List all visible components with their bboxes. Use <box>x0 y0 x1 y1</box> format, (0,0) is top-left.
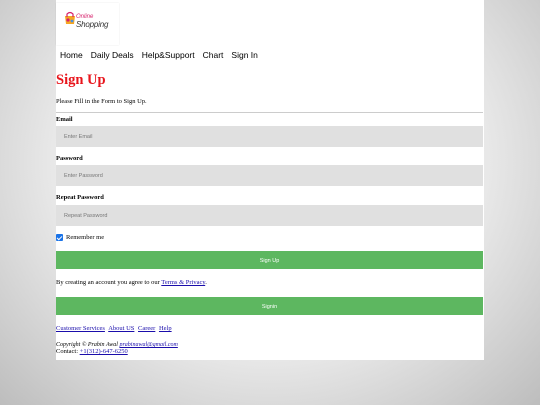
sign-up-button[interactable]: Sign Up <box>56 251 483 269</box>
footer-link-customer-services[interactable]: Customer Services <box>56 325 105 332</box>
footer-link-about-us[interactable]: About US <box>108 325 134 332</box>
site-logo[interactable]: Online Shopping <box>56 3 119 45</box>
footer-link-career[interactable]: Career <box>138 325 155 332</box>
shopping-bag-icon <box>65 11 75 24</box>
remember-row: Remember me <box>56 234 104 241</box>
sign-in-button[interactable]: Signin <box>56 297 483 315</box>
terms-suffix: . <box>205 279 207 286</box>
email-field[interactable] <box>56 126 483 147</box>
nav-chart[interactable]: Chart <box>199 48 228 64</box>
nav-sign-in[interactable]: Sign In <box>227 48 261 64</box>
remember-label[interactable]: Remember me <box>66 234 104 241</box>
divider <box>56 112 483 113</box>
repeat-password-field[interactable] <box>56 205 483 226</box>
terms-prefix: By creating an account you agree to our <box>56 279 162 286</box>
password-field[interactable] <box>56 165 483 186</box>
page-title: Sign Up <box>56 72 106 88</box>
contact-label: Contact: <box>56 348 80 355</box>
nav-daily-deals[interactable]: Daily Deals <box>87 48 138 64</box>
repeat-password-label: Repeat Password <box>56 194 104 201</box>
phone-link[interactable]: +1(312)-647-6250 <box>80 348 128 355</box>
email-label: Email <box>56 116 73 123</box>
nav-home[interactable]: Home <box>56 48 87 64</box>
email-link[interactable]: prabinawal@gmail.com <box>119 342 177 348</box>
remember-checkbox[interactable] <box>56 234 63 241</box>
nav-help-support[interactable]: Help&Support <box>138 48 199 64</box>
terms-link[interactable]: Terms & Privacy <box>161 279 205 286</box>
form-intro: Please Fill in the Form to Sign Up. <box>56 98 147 105</box>
terms-notice: By creating an account you agree to our … <box>56 279 207 286</box>
password-label: Password <box>56 155 83 162</box>
footer-links: Customer Services About US Career Help <box>56 325 174 332</box>
logo-text-bottom: Shopping <box>76 20 109 29</box>
contact-line: Contact: +1(312)-647-6250 <box>56 348 128 355</box>
page-container: Online Shopping Home Daily Deals Help&Su… <box>56 0 484 360</box>
main-nav: Home Daily Deals Help&Support Chart Sign… <box>56 48 262 64</box>
footer-link-help[interactable]: Help <box>159 325 172 332</box>
